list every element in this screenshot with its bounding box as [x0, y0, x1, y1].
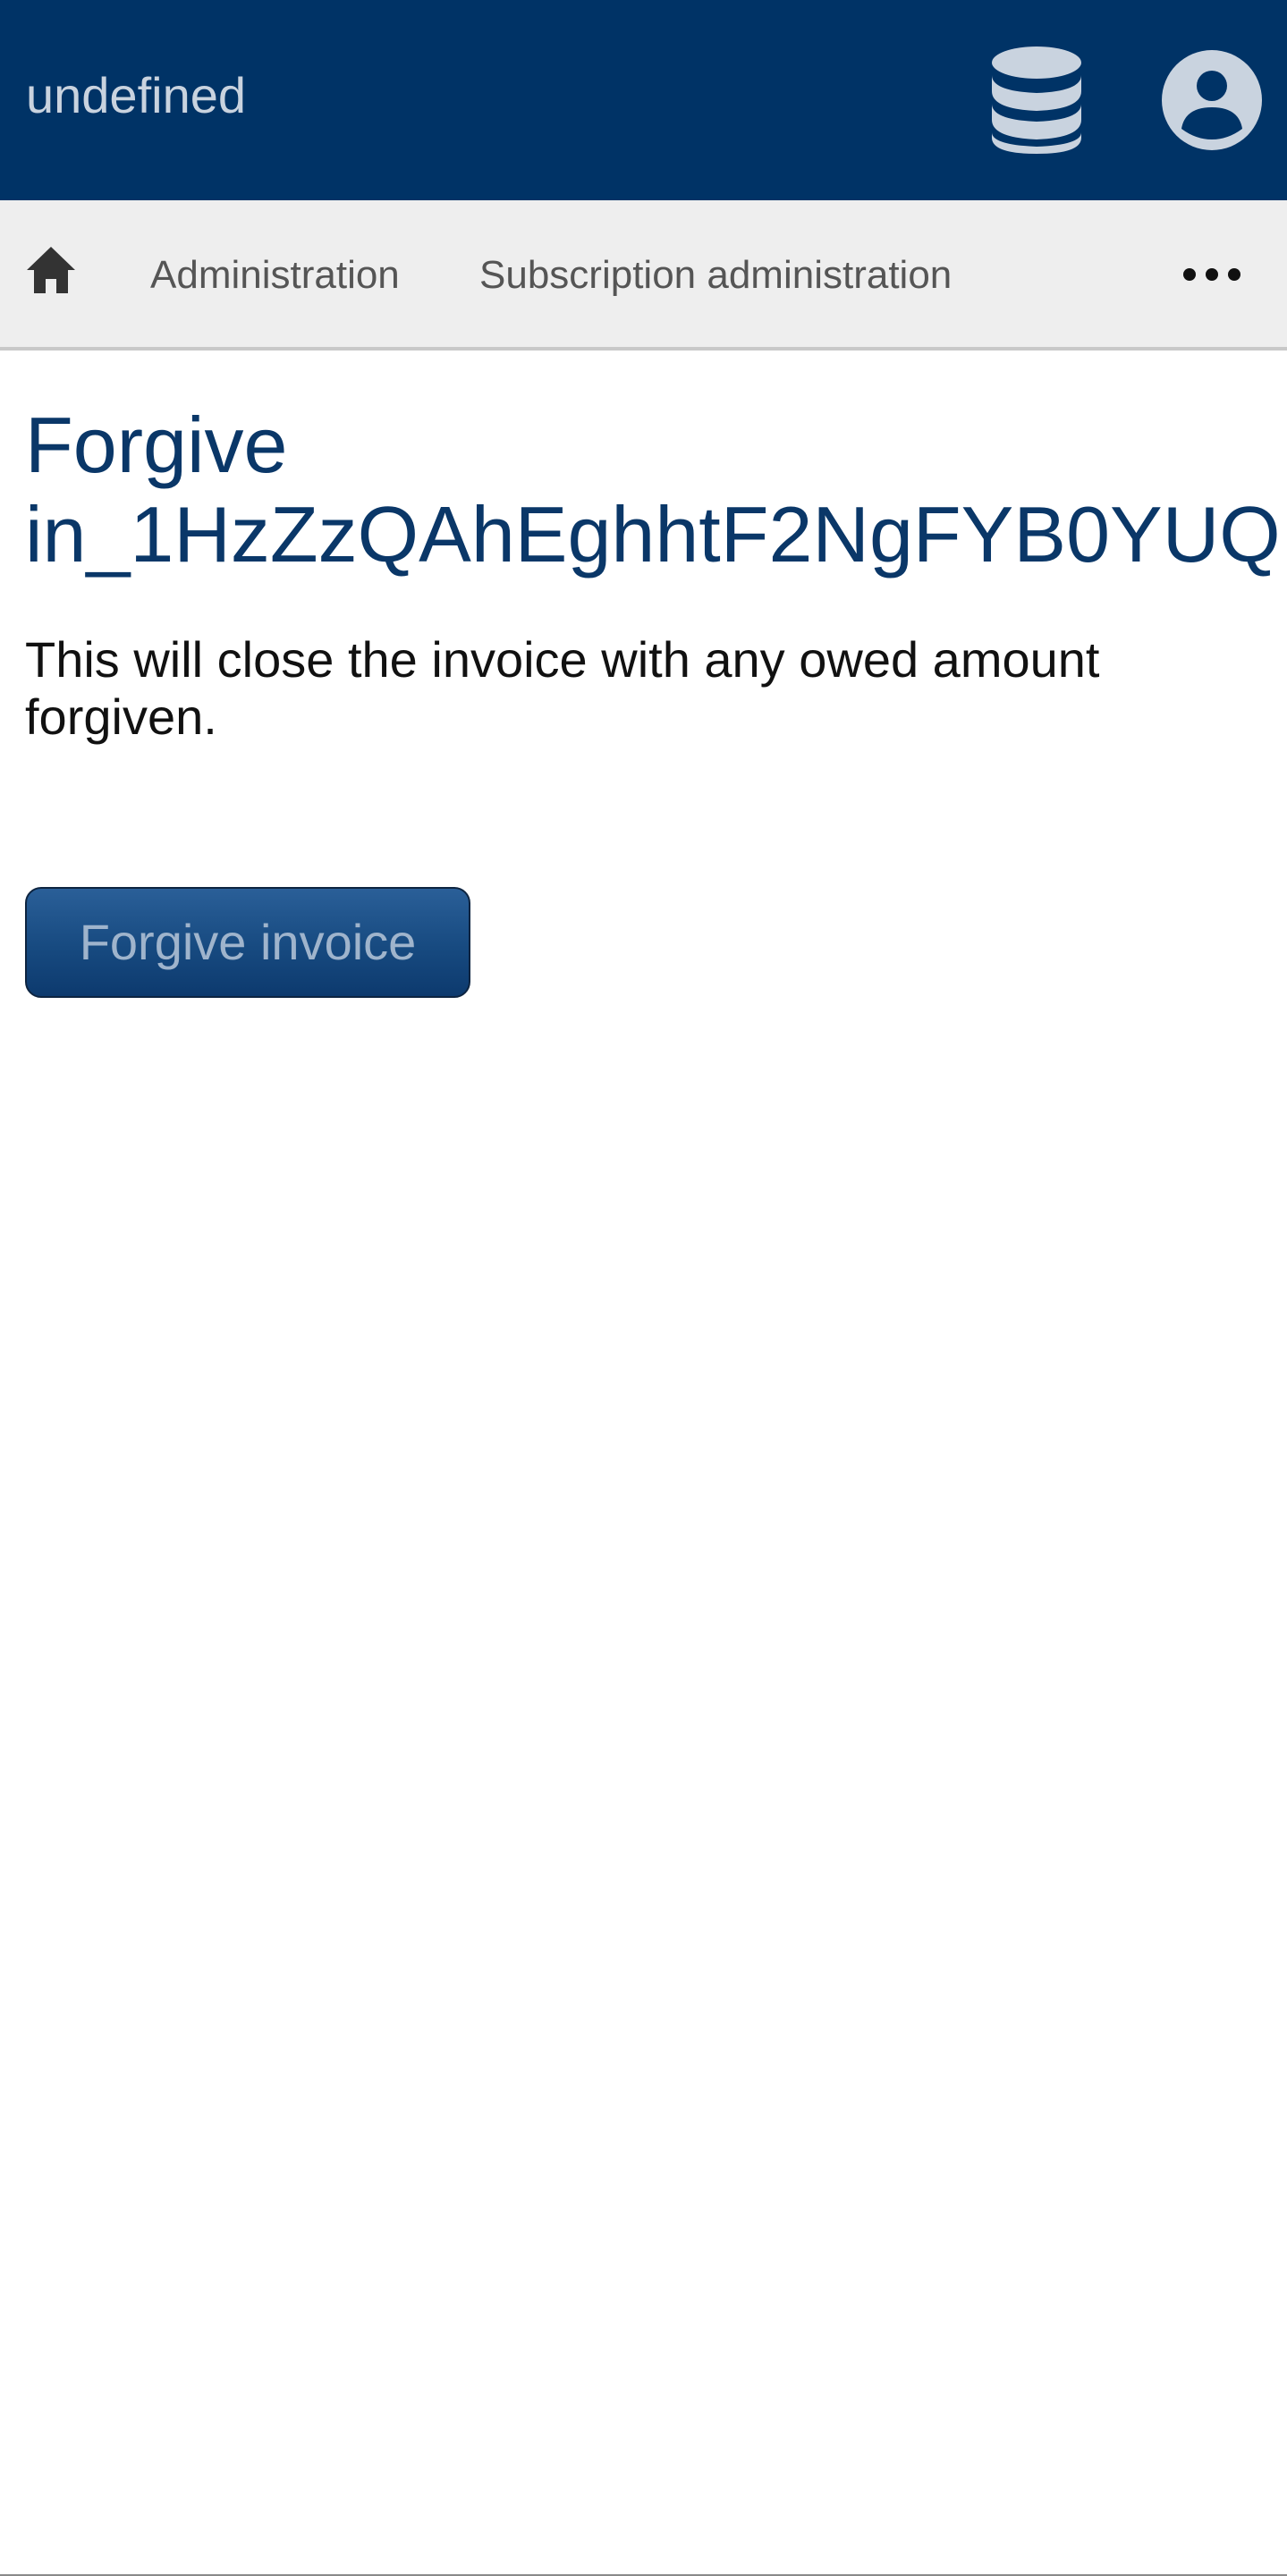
page-title-invoice-id: in_1HzZzQAhEghhtF2NgFYB0YUQ: [25, 490, 1281, 579]
more-menu-button[interactable]: [1181, 252, 1243, 297]
breadcrumb-administration[interactable]: Administration: [150, 250, 400, 300]
description-text: This will close the invoice with any owe…: [25, 631, 1100, 745]
home-link[interactable]: [25, 245, 77, 295]
breadcrumb-subscription-administration[interactable]: Subscription administration: [479, 250, 952, 300]
page: undefined Administration Subscription ad…: [0, 0, 1287, 2576]
ellipsis-icon: [1183, 268, 1240, 281]
forgive-invoice-button[interactable]: Forgive invoice: [25, 887, 470, 998]
account-button[interactable]: [1158, 46, 1266, 154]
page-title: Forgive in_1HzZzQAhEghhtF2NgFYB0YUQ: [25, 401, 1281, 579]
database-icon: [992, 46, 1081, 154]
app-header: undefined: [0, 0, 1287, 200]
user-circle-icon: [1162, 50, 1262, 150]
database-button[interactable]: [984, 45, 1089, 156]
home-icon: [27, 247, 75, 293]
app-title[interactable]: undefined: [26, 64, 246, 127]
page-title-action: Forgive: [25, 401, 288, 489]
breadcrumb: Administration Subscription administrati…: [0, 200, 1287, 351]
